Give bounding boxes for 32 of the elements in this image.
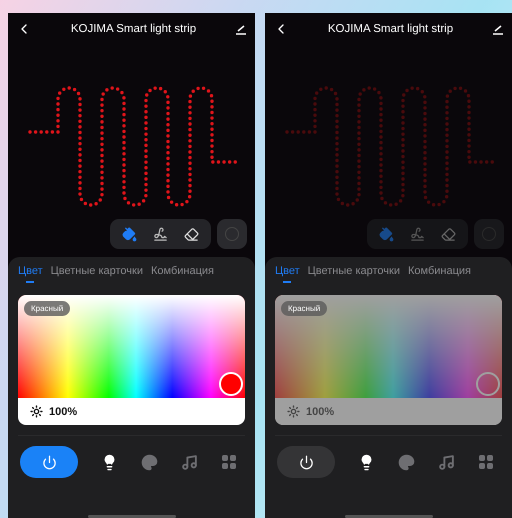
music-icon [438, 454, 455, 470]
paint-bucket-button[interactable] [122, 226, 137, 242]
paint-bucket-button[interactable] [379, 226, 394, 242]
brightness-icon [30, 405, 43, 418]
tab[interactable]: Комбинация [408, 265, 472, 283]
tab[interactable]: Цветные карточки [50, 265, 143, 283]
grid-icon [221, 454, 237, 470]
screen-title: KOJIMA Smart light strip [70, 23, 196, 35]
edit-button[interactable] [492, 23, 504, 35]
palette-icon [398, 454, 415, 470]
color-name-label: Красный [24, 301, 70, 316]
tab[interactable]: Цвет [18, 265, 43, 283]
pen-button[interactable] [153, 226, 168, 242]
brightness-value: 100% [306, 406, 334, 418]
power-icon [42, 454, 56, 470]
tab[interactable]: Цветные карточки [308, 265, 400, 283]
power-icon [298, 454, 314, 470]
edit-button[interactable] [234, 23, 247, 35]
brightness-value: 100% [49, 406, 78, 418]
music-icon [181, 454, 198, 470]
color-picker-handle[interactable] [476, 372, 500, 396]
palette-icon [141, 454, 158, 470]
tab[interactable]: Комбинация [151, 265, 214, 283]
color-name-label: Красный [281, 301, 328, 316]
screen-title: KOJIMA Smart light strip [328, 23, 454, 35]
power-button[interactable] [20, 446, 78, 478]
tab[interactable]: Цвет [275, 265, 300, 283]
color-picker-handle[interactable] [219, 372, 243, 396]
grid-icon [478, 454, 494, 470]
brightness-icon [287, 405, 300, 418]
circle-button[interactable] [217, 219, 247, 249]
power-button[interactable] [277, 446, 335, 478]
